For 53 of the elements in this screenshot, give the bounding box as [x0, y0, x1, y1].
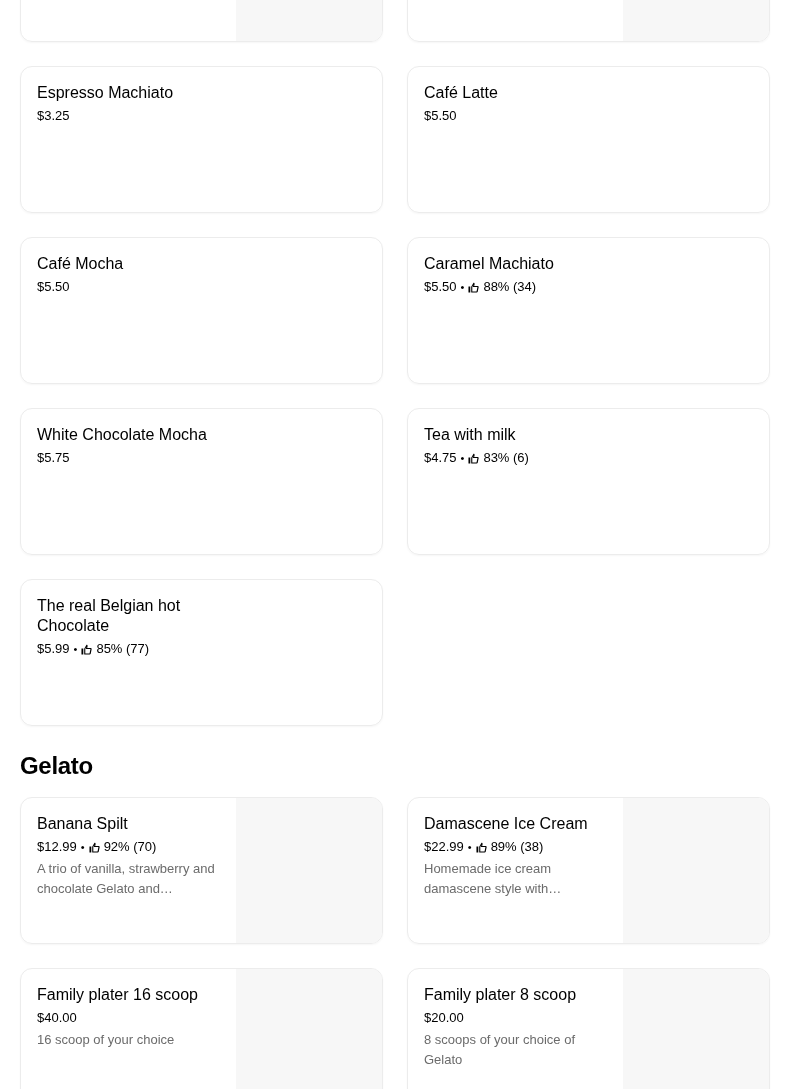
item-description: Homemade ice cream damascene style with… — [424, 860, 563, 898]
item-description: 16 scoop of your choice — [37, 1031, 176, 1049]
item-price: $22.99 — [424, 839, 464, 855]
separator-dot: • — [80, 840, 85, 855]
menu-item-card[interactable]: Café Mocha $5.50 — [20, 237, 383, 384]
menu-item-card[interactable]: Banana Spilt $12.99 • 92% (70) A trio of vanilla, strawberry and chocolate Gelato and… — [20, 797, 383, 944]
thumbs-up-icon — [468, 452, 480, 464]
item-name: The real Belgian hot Chocolate — [37, 596, 182, 636]
menu-item-card[interactable]: Family plater 8 scoop $20.00 8 scoops of your choice of Gelato — [407, 968, 770, 1089]
rating-text: 88% (34) — [483, 279, 537, 295]
item-name: Damascene Ice Cream — [424, 814, 589, 834]
item-price: $4.75 — [424, 450, 457, 466]
item-price: $5.50 — [424, 108, 457, 124]
rating-text: 83% (6) — [483, 450, 529, 466]
item-price: $5.50 — [37, 279, 70, 295]
item-price: $20.00 — [424, 1010, 464, 1026]
item-description: 8 scoops of your choice of Gelato — [424, 1031, 577, 1069]
item-name: Tea with milk — [424, 425, 517, 445]
thumbs-up-icon — [468, 281, 480, 293]
item-price: $3.25 — [37, 108, 70, 124]
menu-item-card[interactable]: Tea with milk $4.75 • 83% (6) — [407, 408, 770, 555]
menu-item-card[interactable]: Caramel Machiato $5.50 • 88% (34) — [407, 237, 770, 384]
menu-item-card[interactable]: Café Latte $5.50 — [407, 66, 770, 213]
rating-text: 85% (77) — [96, 641, 150, 657]
item-price: $5.50 — [424, 279, 457, 295]
section-heading: Gelato — [20, 752, 94, 780]
thumbs-up-icon — [88, 841, 100, 853]
separator-dot: • — [460, 280, 465, 295]
item-price: $5.75 — [37, 450, 70, 466]
rating-text: 89% (38) — [490, 839, 544, 855]
separator-dot: • — [467, 840, 472, 855]
item-name: Family plater 16 scoop — [37, 985, 199, 1005]
item-description: A trio of vanilla, strawberry and chocolate Gelato and… — [37, 860, 216, 898]
menu-item-card[interactable]: White Chocolate Mocha $5.75 — [20, 408, 383, 555]
item-name: Banana Spilt — [37, 814, 129, 834]
item-price: $12.99 — [37, 839, 77, 855]
item-name: Café Latte — [424, 83, 499, 103]
item-price: $40.00 — [37, 1010, 77, 1026]
item-name: Espresso Machiato — [37, 83, 175, 103]
item-name: Café Mocha — [37, 254, 125, 274]
separator-dot: • — [460, 451, 465, 466]
menu-item-card[interactable]: Espresso Machiato $3.25 — [20, 66, 383, 213]
thumbs-up-icon — [81, 643, 93, 655]
item-price: $5.99 — [37, 641, 70, 657]
thumbs-up-icon — [475, 841, 487, 853]
rating-text: 92% (70) — [103, 839, 157, 855]
separator-dot: • — [73, 642, 78, 657]
menu-item-card[interactable]: Damascene Ice Cream $22.99 • 89% (38) Homemade ice cream damascene style with… — [407, 797, 770, 944]
menu-item-card[interactable]: Family plater 16 scoop $40.00 16 scoop of your choice — [20, 968, 383, 1089]
item-name: White Chocolate Mocha — [37, 425, 208, 445]
item-name: Family plater 8 scoop — [424, 985, 578, 1005]
menu-item-card[interactable]: The real Belgian hot Chocolate $5.99 • 85% (77) — [20, 579, 383, 726]
item-name: Caramel Machiato — [424, 254, 555, 274]
